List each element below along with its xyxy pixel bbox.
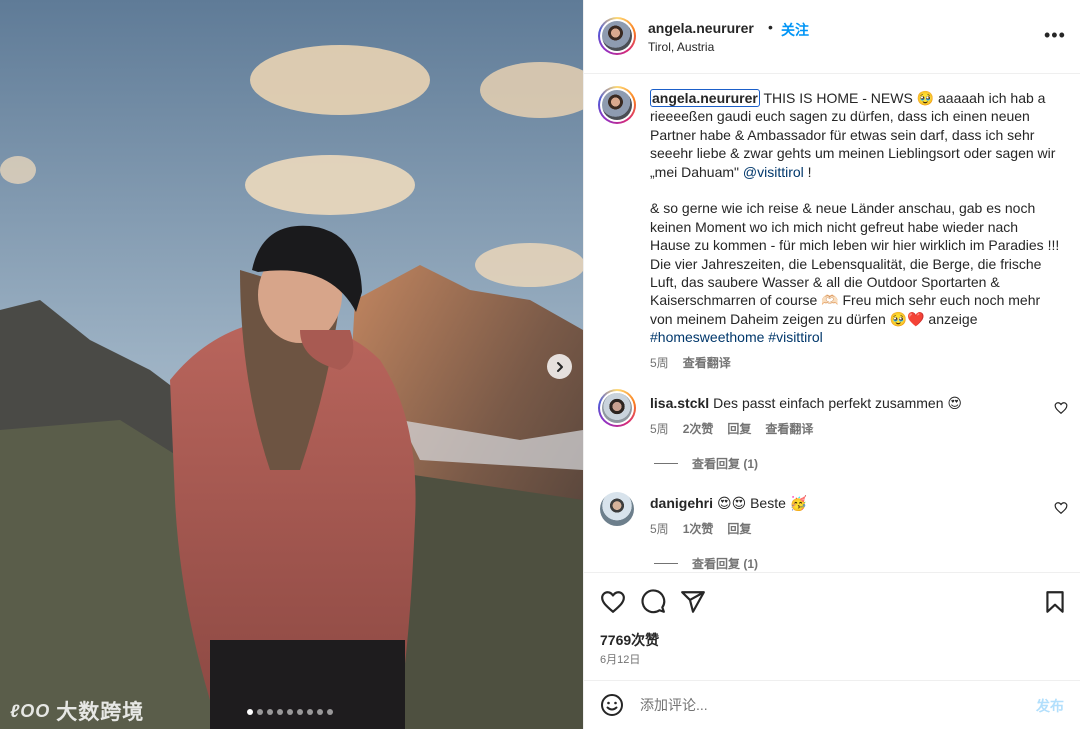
replies-line: [654, 463, 678, 464]
carousel-dot: [297, 709, 303, 715]
see-translation-link[interactable]: 查看翻译: [765, 420, 813, 437]
view-replies-button[interactable]: 查看回复 (1): [654, 455, 758, 472]
comment-likes[interactable]: 2次赞: [683, 420, 714, 437]
caption-avatar[interactable]: [598, 86, 636, 124]
caption-time: 5周: [650, 356, 669, 370]
comment-username[interactable]: lisa.stckl: [650, 395, 709, 411]
watermark: ℓOO 大数跨境: [10, 696, 144, 726]
caption-text-part2: & so gerne wie ich reise & neue Länder a…: [650, 200, 1060, 327]
carousel-dot: [287, 709, 293, 715]
carousel-dot: [247, 709, 253, 715]
view-replies-label: 查看回复 (1): [692, 557, 759, 571]
post-location[interactable]: Tirol, Austria: [648, 40, 714, 54]
comment-time: 5周: [650, 422, 669, 436]
comment-like-icon[interactable]: [1054, 401, 1068, 415]
comment-meta: 5周 2次赞 回复 查看翻译: [650, 420, 813, 437]
comment-bubble-icon[interactable]: [640, 589, 666, 615]
comment-text: Des passt einfach perfekt zusammen 😍: [713, 395, 962, 411]
replies-line: [654, 563, 678, 564]
author-username[interactable]: angela.neururer: [648, 20, 754, 36]
post-photo[interactable]: ℓOO 大数跨境: [0, 0, 583, 729]
add-comment-bar: 发布: [584, 680, 1080, 729]
commenter-avatar[interactable]: [598, 389, 636, 427]
reply-button[interactable]: 回复: [727, 520, 751, 537]
carousel-indicator: [247, 709, 333, 715]
save-bookmark-icon[interactable]: [1042, 589, 1068, 615]
hashtag-link[interactable]: #visittirol: [768, 329, 822, 345]
post-side-panel: angela.neururer • 关注 Tirol, Austria ••• …: [583, 0, 1080, 729]
share-paper-plane-icon[interactable]: [680, 589, 706, 615]
comment-meta: 5周 1次赞 回复: [650, 520, 751, 537]
carousel-dot: [267, 709, 273, 715]
carousel-next-button[interactable]: [547, 354, 572, 379]
commenter-avatar[interactable]: [600, 492, 634, 526]
carousel-dot: [277, 709, 283, 715]
caption-text-part1-end: !: [803, 163, 812, 180]
comment-text: 😍😍 Beste 🥳: [717, 495, 808, 511]
separator-dot: •: [768, 19, 773, 35]
comment-time: 5周: [650, 522, 669, 536]
post-header: angela.neururer • 关注 Tirol, Austria •••: [584, 0, 1080, 74]
caption-meta: 5周 查看翻译: [650, 354, 731, 371]
like-heart-icon[interactable]: [600, 589, 626, 615]
view-replies-button[interactable]: 查看回复 (1): [654, 555, 758, 572]
post-actions: 7769次赞 6月12日: [584, 572, 1080, 680]
carousel-dot: [327, 709, 333, 715]
comment-like-icon[interactable]: [1054, 501, 1068, 515]
carousel-dot: [317, 709, 323, 715]
photo-scene: [0, 0, 583, 729]
post-comment-button[interactable]: 发布: [1036, 696, 1064, 716]
comment-item: lisa.stckl Des passt einfach perfekt zusa…: [650, 395, 962, 412]
author-avatar[interactable]: [598, 17, 636, 55]
watermark-text: 大数跨境: [56, 701, 145, 724]
post-caption: angela.neururer THIS IS HOME - NEWS 🥹 aa…: [650, 89, 1062, 347]
follow-button[interactable]: 关注: [781, 20, 809, 40]
caption-username[interactable]: angela.neururer: [650, 89, 760, 107]
more-options-icon[interactable]: •••: [1044, 26, 1066, 44]
hashtag-link[interactable]: #homesweethome: [650, 329, 764, 345]
comment-input[interactable]: [640, 693, 1020, 717]
watermark-logo: ℓOO: [10, 700, 51, 721]
carousel-dot: [257, 709, 263, 715]
reply-button[interactable]: 回复: [727, 420, 751, 437]
mention-link[interactable]: @visittirol: [743, 164, 804, 180]
carousel-dot: [307, 709, 313, 715]
likes-count[interactable]: 7769次赞: [600, 630, 659, 650]
see-translation-link[interactable]: 查看翻译: [683, 354, 731, 371]
comment-likes[interactable]: 1次赞: [683, 520, 714, 537]
view-replies-label: 查看回复 (1): [692, 457, 759, 471]
emoji-icon[interactable]: [600, 693, 624, 717]
post-date: 6月12日: [600, 654, 641, 666]
chevron-right-icon: [556, 361, 563, 372]
comment-item: danigehri 😍😍 Beste 🥳: [650, 495, 807, 512]
comment-username[interactable]: danigehri: [650, 495, 713, 511]
